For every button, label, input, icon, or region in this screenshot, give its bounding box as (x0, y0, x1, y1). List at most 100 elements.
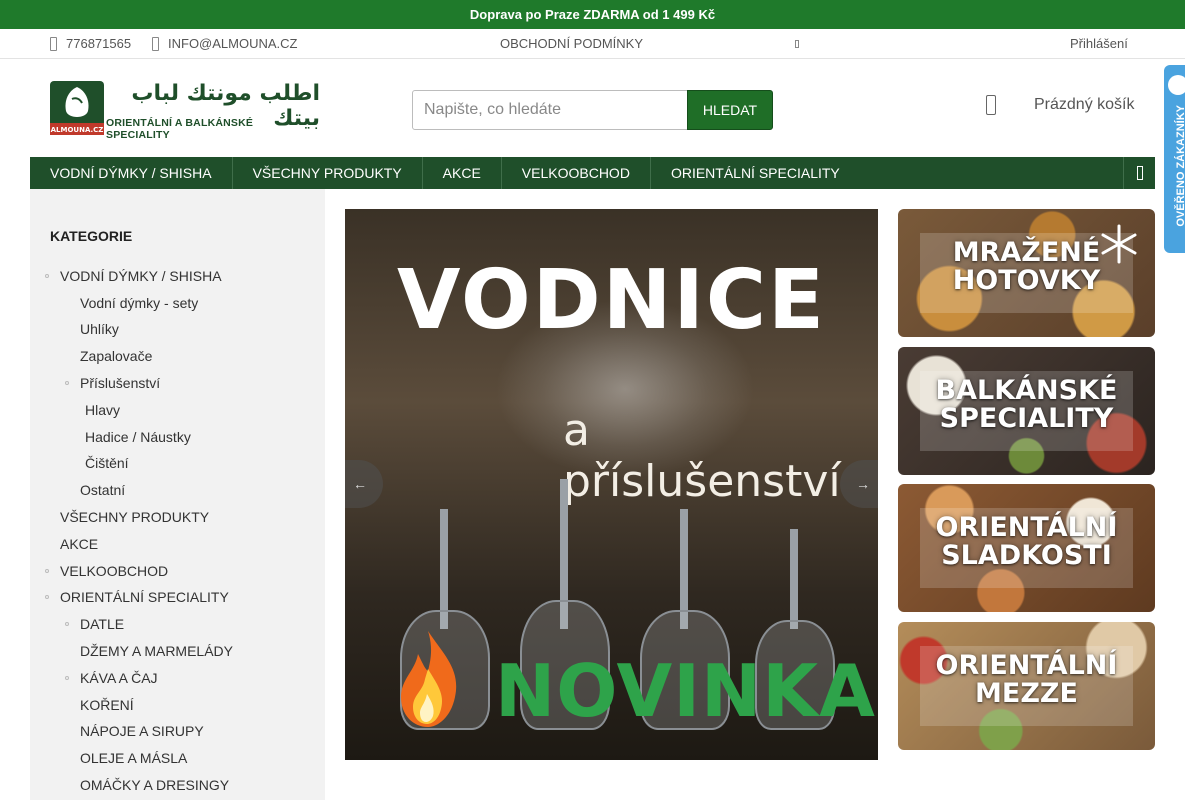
sidebar-item-label: Ostatní (80, 482, 126, 498)
login-link[interactable]: Přihlášení (1070, 36, 1128, 51)
nav-item-all-products[interactable]: VŠECHNY PRODUKTY (233, 157, 423, 189)
expand-icon (65, 381, 69, 385)
header: ALMOUNA.CZ اطلب مونتك لباب بيتك ORIENTÁL… (0, 59, 1185, 157)
sidebar-title: KATEGORIE (50, 228, 133, 244)
sidebar-item-accessories[interactable]: Příslušenství (65, 375, 161, 391)
sidebar-item-dates[interactable]: DATLE (65, 616, 125, 632)
cart-label: Prázdný košík (1034, 96, 1135, 113)
phone-icon (50, 36, 57, 51)
verified-reviews-tab[interactable]: OVĚŘENO ZÁKAZNÍKY (1164, 65, 1185, 253)
nav-label: VELKOOBCHOD (521, 165, 630, 181)
expand-icon (45, 595, 49, 599)
sidebar-item-label: ORIENTÁLNÍ SPECIALITY (60, 589, 229, 605)
expand-icon (65, 676, 69, 680)
cart[interactable]: Prázdný košík (986, 95, 1134, 115)
sidebar-item-label: Příslušenství (80, 375, 161, 391)
nav-item-sale[interactable]: AKCE (423, 157, 502, 189)
logo[interactable]: ALMOUNA.CZ اطلب مونتك لباب بيتك ORIENTÁL… (50, 81, 320, 141)
nav-item-shisha[interactable]: VODNÍ DÝMKY / SHISHA (30, 157, 233, 189)
sidebar-item-lighters[interactable]: Zapalovače (80, 348, 152, 364)
sidebar-item-heads[interactable]: Hlavy (85, 402, 120, 418)
sidebar-item-cleaning[interactable]: Čištění (85, 455, 129, 471)
nav-label: VŠECHNY PRODUKTY (252, 165, 402, 181)
phone-number: 776871565 (66, 36, 132, 51)
sidebar-item-coals[interactable]: Uhlíky (80, 321, 119, 337)
tile-oriental-sweets[interactable]: ORIENTÁLNÍ SLADKOSTI (898, 484, 1155, 612)
nav-menu-button[interactable] (1123, 157, 1155, 189)
nav-item-oriental[interactable]: ORIENTÁLNÍ SPECIALITY (651, 157, 860, 189)
tile-balkan-specialities[interactable]: BALKÁNSKÉ SPECIALITY (898, 347, 1155, 475)
sidebar-item-oils[interactable]: OLEJE A MÁSLA (80, 750, 187, 766)
sidebar-item-label: Čištění (85, 455, 129, 471)
sidebar-item-label: NÁPOJE A SIRUPY (80, 723, 204, 739)
sidebar-item-label: OLEJE A MÁSLA (80, 750, 188, 766)
verified-badge-icon (1168, 75, 1185, 95)
mail-icon (152, 36, 159, 51)
category-sidebar: KATEGORIE VODNÍ DÝMKY / SHISHA Vodní dým… (30, 189, 325, 800)
cart-icon (986, 95, 996, 115)
login-label: Přihlášení (1070, 36, 1128, 51)
terms-label: OBCHODNÍ PODMÍNKY (500, 36, 644, 51)
menu-icon (1136, 166, 1143, 180)
sidebar-item-jams[interactable]: DŽEMY A MARMELÁDY (80, 643, 233, 659)
sidebar-item-label: Vodní dýmky - sety (80, 295, 199, 311)
sidebar-item-drinks[interactable]: NÁPOJE A SIRUPY (80, 723, 204, 739)
nav-label: ORIENTÁLNÍ SPECIALITY (670, 165, 840, 181)
sidebar-item-label: KÁVA A ČAJ (80, 670, 158, 686)
expand-icon (65, 622, 69, 626)
nav-label: VODNÍ DÝMKY / SHISHA (50, 165, 212, 181)
main-nav: VODNÍ DÝMKY / SHISHA VŠECHNY PRODUKTY AK… (30, 157, 1155, 189)
tile-frozen-meals[interactable]: MRAŽENÉ HOTOVKY (898, 209, 1155, 337)
search-button[interactable]: HLEDAT (687, 90, 773, 130)
fire-icon (401, 631, 457, 727)
email-link[interactable]: INFO@ALMOUNA.CZ (152, 36, 297, 51)
sidebar-item-sets[interactable]: Vodní dýmky - sety (80, 295, 198, 311)
banner-subtitle: a příslušenství (563, 405, 841, 507)
expand-icon (45, 569, 49, 573)
sidebar-item-other[interactable]: Ostatní (80, 482, 125, 498)
search-input[interactable] (412, 90, 688, 130)
sidebar-item-sale[interactable]: AKCE (60, 536, 98, 552)
sidebar-item-oriental[interactable]: ORIENTÁLNÍ SPECIALITY (45, 589, 229, 605)
sidebar-item-label: DŽEMY A MARMELÁDY (80, 643, 234, 659)
sidebar-item-shisha[interactable]: VODNÍ DÝMKY / SHISHA (45, 268, 222, 284)
sidebar-item-coffee-tea[interactable]: KÁVA A ČAJ (65, 670, 158, 686)
snowflake-icon (1101, 224, 1137, 264)
sidebar-item-spices[interactable]: KOŘENÍ (80, 697, 134, 713)
expand-icon (45, 274, 49, 278)
sidebar-item-label: AKCE (60, 536, 99, 552)
sidebar-item-label: VODNÍ DÝMKY / SHISHA (60, 268, 222, 284)
sidebar-item-sauces[interactable]: OMÁČKY A DRESINGY (80, 777, 229, 793)
arrow-left-icon: ← (353, 476, 367, 492)
sidebar-item-label: DATLE (80, 616, 125, 632)
promo-text: Doprava po Praze ZDARMA od 1 499 Kč (469, 7, 716, 22)
tile-label: BALKÁNSKÉ SPECIALITY (935, 375, 1118, 434)
tile-oriental-mezze[interactable]: ORIENTÁLNÍ MEZZE (898, 622, 1155, 750)
phone-link[interactable]: 776871565 (50, 36, 131, 51)
sidebar-item-label: Hlavy (85, 402, 121, 418)
sidebar-item-label: VŠECHNY PRODUKTY (60, 509, 210, 525)
nav-item-wholesale[interactable]: VELKOOBCHOD (502, 157, 651, 189)
banner-title: VODNICE (396, 253, 827, 348)
almouna-badge-icon: ALMOUNA.CZ (50, 81, 104, 135)
sidebar-item-label: KOŘENÍ (80, 697, 134, 713)
more-links-icon[interactable] (795, 40, 799, 48)
arrow-right-icon: → (856, 476, 870, 492)
hookah-stem (790, 529, 798, 629)
logo-tagline: ORIENTÁLNÍ A BALKÁNSKÉ SPECIALITY (106, 117, 254, 141)
terms-link[interactable]: OBCHODNÍ PODMÍNKY (500, 36, 643, 51)
sidebar-item-label: VELKOOBCHOD (60, 563, 169, 579)
nav-label: AKCE (442, 165, 481, 181)
sidebar-item-label: Hadice / Náustky (85, 429, 191, 445)
sidebar-item-label: OMÁČKY A DRESINGY (80, 777, 230, 793)
sidebar-item-label: Zapalovače (80, 348, 153, 364)
svg-text:ALMOUNA.CZ: ALMOUNA.CZ (51, 126, 104, 134)
sidebar-item-all-products[interactable]: VŠECHNY PRODUKTY (60, 509, 209, 525)
sidebar-item-hoses[interactable]: Hadice / Náustky (85, 429, 191, 445)
sidebar-item-wholesale[interactable]: VELKOOBCHOD (45, 563, 169, 579)
hero-banner[interactable]: VODNICE a příslušenství NOVINKA (345, 209, 878, 760)
promo-bar: Doprava po Praze ZDARMA od 1 499 Kč (0, 0, 1185, 29)
verified-tab-label: OVĚŘENO ZÁKAZNÍKY (1175, 105, 1185, 227)
email-address: INFO@ALMOUNA.CZ (168, 36, 298, 51)
top-bar: 776871565 INFO@ALMOUNA.CZ OBCHODNÍ PODMÍ… (0, 29, 1185, 59)
